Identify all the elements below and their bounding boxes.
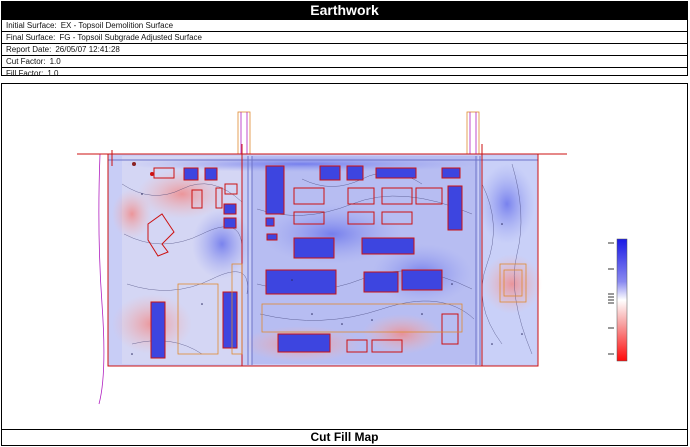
cut-factor-value: 1.0 <box>49 57 61 66</box>
initial-surface-row: Initial Surface: EX - Topsoil Demolition … <box>2 20 687 32</box>
final-surface-value: FG - Topsoil Subgrade Adjusted Surface <box>59 33 202 42</box>
cut-factor-label: Cut Factor: <box>6 57 46 66</box>
access-roads <box>237 111 480 155</box>
fill-factor-row: Fill Factor: 1.0 <box>2 68 687 79</box>
report-date-row: Report Date: 26/05/07 12:41:28 <box>2 44 687 56</box>
initial-surface-value: EX - Topsoil Demolition Surface <box>60 21 174 30</box>
cut-fill-map-frame <box>1 83 688 430</box>
cut-factor-row: Cut Factor: 1.0 <box>2 56 687 68</box>
report-title: Earthwork <box>1 1 688 20</box>
fill-factor-value: 1.0 <box>47 69 59 78</box>
fill-factor-label: Fill Factor: <box>6 69 44 78</box>
map-title: Cut Fill Map <box>1 430 688 446</box>
final-surface-row: Final Surface: FG - Topsoil Subgrade Adju… <box>2 32 687 44</box>
final-surface-label: Final Surface: <box>6 33 56 42</box>
legend-color-bar <box>616 238 628 362</box>
report-date-label: Report Date: <box>6 45 52 54</box>
cut-fill-legend <box>608 238 628 362</box>
initial-surface-label: Initial Surface: <box>6 21 57 30</box>
report-info-table: Initial Surface: EX - Topsoil Demolition … <box>1 20 688 79</box>
report-date-value: 26/05/07 12:41:28 <box>55 45 120 54</box>
cut-fill-map <box>77 111 628 405</box>
